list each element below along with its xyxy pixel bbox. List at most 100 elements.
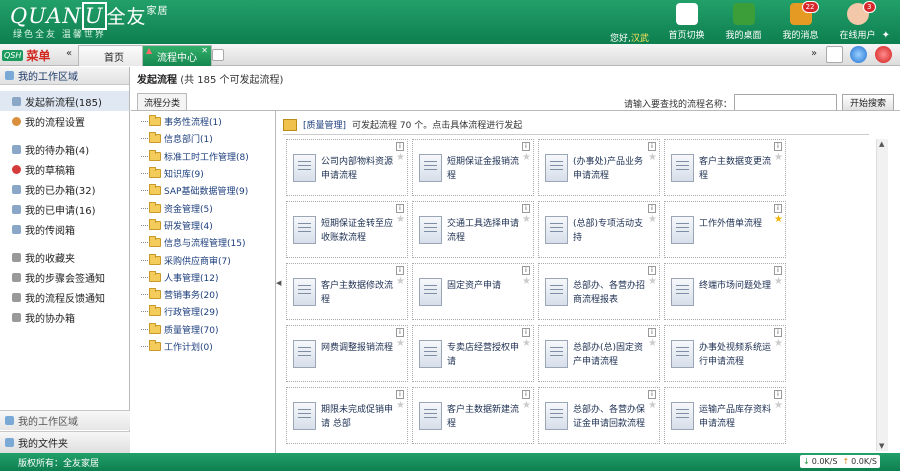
process-card[interactable]: 交通工具选择申请流程 i ★ [412, 201, 534, 258]
info-icon[interactable]: i [648, 328, 656, 337]
info-icon[interactable]: i [648, 204, 656, 213]
process-card[interactable]: (总部)专项活动支持 i ★ [538, 201, 660, 258]
favorite-star-icon[interactable]: ★ [522, 152, 531, 163]
sidebar-item-circulate[interactable]: 我的传阅箱 [0, 219, 129, 239]
info-icon[interactable]: i [522, 142, 530, 151]
sidebar-item-favorites[interactable]: 我的收藏夹 [0, 247, 129, 267]
info-icon[interactable]: i [396, 328, 404, 337]
info-icon[interactable]: i [774, 390, 782, 399]
sidebar-item-feedback-notice[interactable]: 我的流程反馈通知 [0, 287, 129, 307]
info-icon[interactable]: i [396, 204, 404, 213]
tree-item[interactable]: 事务性流程(1) [131, 113, 275, 130]
favorite-star-icon[interactable]: ★ [396, 276, 405, 287]
favorite-star-icon[interactable]: ★ [522, 276, 531, 287]
favorite-star-icon[interactable]: ★ [648, 214, 657, 225]
scroll-up-icon[interactable]: ▲ [879, 140, 884, 148]
process-card[interactable]: 期限未完成促销申请 总部 i ★ [286, 387, 408, 444]
info-icon[interactable]: i [774, 266, 782, 275]
favorite-star-icon[interactable]: ★ [648, 338, 657, 349]
process-card[interactable]: 总部办、各营办保证金申请回款流程 i ★ [538, 387, 660, 444]
tree-item[interactable]: 标准工时工作管理(8) [131, 148, 275, 165]
nav-home-switch[interactable]: 首页切换 [658, 0, 715, 44]
search-button[interactable]: 开始搜索 [842, 94, 894, 111]
process-card[interactable]: 网费调整报销流程 i ★ [286, 325, 408, 382]
info-icon[interactable]: i [648, 142, 656, 151]
search-input[interactable] [734, 94, 837, 111]
info-icon[interactable]: i [522, 328, 530, 337]
process-card[interactable]: 公司内部物料资源申请流程 i ★ [286, 139, 408, 196]
favorite-star-icon[interactable]: ★ [522, 338, 531, 349]
tree-item[interactable]: 人事管理(12) [131, 269, 275, 286]
favorite-star-icon[interactable]: ★ [774, 276, 783, 287]
favorite-star-icon[interactable]: ★ [522, 214, 531, 225]
favorite-star-icon[interactable]: ★ [774, 214, 783, 225]
tree-item[interactable]: 营销事务(20) [131, 286, 275, 303]
sidebar-item-todo[interactable]: 我的待办箱(4) [0, 139, 129, 159]
favorite-star-icon[interactable]: ★ [396, 152, 405, 163]
process-card[interactable]: 运输产品库存资料申请流程 i ★ [664, 387, 786, 444]
favorite-star-icon[interactable]: ★ [396, 400, 405, 411]
vertical-scrollbar[interactable]: ▲ ▼ [876, 139, 888, 451]
tab-close-icon[interactable]: ✕ [201, 46, 208, 55]
favorite-star-icon[interactable]: ★ [648, 400, 657, 411]
tab-process-center[interactable]: ▲ 流程中心 ✕ [142, 45, 212, 66]
info-icon[interactable]: i [522, 390, 530, 399]
tree-item[interactable]: 知识库(9) [131, 165, 275, 182]
tree-item[interactable]: 质量管理(70) [131, 321, 275, 338]
process-card[interactable]: 客户主数据新建流程 i ★ [412, 387, 534, 444]
sidebar-item-assist[interactable]: 我的协办箱 [0, 307, 129, 327]
power-icon[interactable] [875, 46, 892, 63]
favorite-star-icon[interactable]: ★ [648, 152, 657, 163]
info-icon[interactable]: i [522, 266, 530, 275]
info-icon[interactable]: i [396, 390, 404, 399]
tree-item[interactable]: 信息与流程管理(15) [131, 234, 275, 251]
refresh-icon[interactable] [850, 46, 867, 63]
info-icon[interactable]: i [522, 204, 530, 213]
favorite-star-icon[interactable]: ★ [774, 338, 783, 349]
window-icon[interactable] [826, 46, 843, 63]
sidebar-item-drafts[interactable]: 我的草稿箱 [0, 159, 129, 179]
menu-button[interactable]: QSH 菜单 [2, 46, 64, 64]
info-icon[interactable]: i [774, 328, 782, 337]
process-card[interactable]: 短期保证金报销流程 i ★ [412, 139, 534, 196]
info-icon[interactable]: i [648, 266, 656, 275]
tab-process-category[interactable]: 流程分类 [137, 93, 187, 110]
sidebar-item-countersign-notice[interactable]: 我的步骤会签通知 [0, 267, 129, 287]
info-icon[interactable]: i [774, 142, 782, 151]
info-icon[interactable]: i [774, 204, 782, 213]
scroll-down-icon[interactable]: ▼ [879, 442, 884, 450]
favorite-star-icon[interactable]: ★ [396, 338, 405, 349]
tab-home[interactable]: 首页 [78, 45, 150, 66]
sidebar-item-process-settings[interactable]: 我的流程设置 [0, 111, 129, 131]
nav-my-messages[interactable]: 22 我的消息 [772, 0, 829, 44]
process-card[interactable]: 固定资产申请 i ★ [412, 263, 534, 320]
tree-item[interactable]: 研发管理(4) [131, 217, 275, 234]
process-card[interactable]: 短期保证金转至应收账款流程 i ★ [286, 201, 408, 258]
favorite-star-icon[interactable]: ★ [774, 400, 783, 411]
sidebar-item-done[interactable]: 我的已办箱(32) [0, 179, 129, 199]
sidebar-section-folders[interactable]: 我的文件夹 [0, 431, 130, 453]
nav-online-users[interactable]: 3 在线用户 [829, 0, 886, 44]
process-card[interactable]: 总部办(总)固定资产申请流程 i ★ [538, 325, 660, 382]
process-card[interactable]: 终端市场问题处理 i ★ [664, 263, 786, 320]
sidebar-section-workspace[interactable]: 我的工作区域 [0, 410, 130, 430]
sidebar-item-new-process[interactable]: 发起新流程(185) [0, 91, 129, 111]
sidebar-header[interactable]: 我的工作区域 [0, 67, 129, 85]
tree-item[interactable]: 资金管理(5) [131, 199, 275, 216]
info-icon[interactable]: i [648, 390, 656, 399]
info-icon[interactable]: i [396, 266, 404, 275]
favorite-star-icon[interactable]: ★ [522, 400, 531, 411]
favorite-star-icon[interactable]: ★ [396, 214, 405, 225]
favorite-star-icon[interactable]: ★ [648, 276, 657, 287]
tree-item[interactable]: 工作计划(0) [131, 338, 275, 355]
tree-item[interactable]: 采购供应商审(7) [131, 251, 275, 268]
nav-my-desktop[interactable]: 我的桌面 [715, 0, 772, 44]
process-card[interactable]: (办事处)产品业务申请流程 i ★ [538, 139, 660, 196]
favorite-star-icon[interactable]: ★ [774, 152, 783, 163]
new-tab-icon[interactable] [212, 49, 224, 61]
tree-item[interactable]: 行政管理(29) [131, 303, 275, 320]
process-card[interactable]: 工作外借单流程 i ★ [664, 201, 786, 258]
info-icon[interactable]: i [396, 142, 404, 151]
process-card[interactable]: 客户主数据变更流程 i ★ [664, 139, 786, 196]
tree-item[interactable]: 信息部门(1) [131, 130, 275, 147]
